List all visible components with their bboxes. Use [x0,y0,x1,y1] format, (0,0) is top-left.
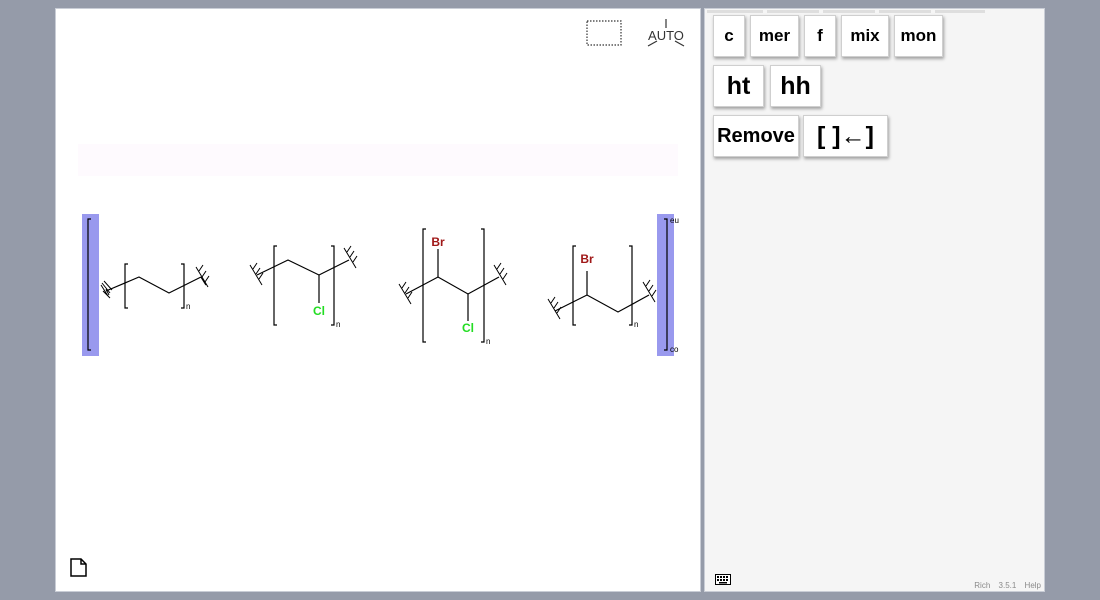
toolbar-panel: c mer f mix mon ht hh Remove [ ]←] Rich … [704,8,1045,592]
cl-atom-1: Cl [313,304,325,318]
repeat-n-2: n [336,320,340,329]
outer-bracket-right[interactable] [657,214,674,356]
tab-strip-segment [707,10,763,13]
repeat-unit-1[interactable] [100,263,210,309]
repeat-unit-2[interactable] [249,245,358,326]
repeat-n-1: n [186,302,190,311]
outer-bracket-bottom-label: co [670,345,679,354]
mon-button[interactable]: mon [894,15,943,57]
br-atom-2: Br [580,252,594,266]
keyboard-icon[interactable] [715,572,731,590]
mer-button[interactable]: mer [750,15,799,57]
footer: Rich 3.5.1 Help [968,581,1041,590]
tab-strip-segment [767,10,819,13]
auto-label: AUTO [648,28,684,43]
select-rectangle-tool[interactable] [586,20,622,46]
help-link[interactable]: Help [1025,581,1041,590]
outer-bracket-top-label: eu [670,216,679,225]
footer-version: 3.5.1 [998,581,1017,590]
new-document-icon[interactable] [70,558,87,577]
drawing-canvas[interactable]: AUTO eu co n Cl n Br Cl n Br n [55,8,701,592]
bracket-button[interactable]: [ ]←] [803,115,888,157]
footer-name: Rich [974,581,991,590]
repeat-n-3: n [486,337,490,346]
br-atom-1: Br [431,235,445,249]
ht-button[interactable]: ht [713,65,764,107]
tab-strip-segment [879,10,931,13]
c-button[interactable]: c [713,15,745,57]
f-button[interactable]: f [804,15,836,57]
repeat-unit-4[interactable] [547,245,657,326]
outer-bracket-left[interactable] [82,214,99,356]
cl-atom-2: Cl [462,321,474,335]
auto-layout-tool[interactable]: AUTO [647,19,685,47]
tab-strip-segment [823,10,875,13]
mix-button[interactable]: mix [841,15,889,57]
repeat-unit-3[interactable] [398,228,508,343]
highlight-band [78,144,678,176]
tab-strip-segment [935,10,985,13]
remove-button[interactable]: Remove [713,115,799,157]
hh-button[interactable]: hh [770,65,821,107]
repeat-n-4: n [634,320,638,329]
